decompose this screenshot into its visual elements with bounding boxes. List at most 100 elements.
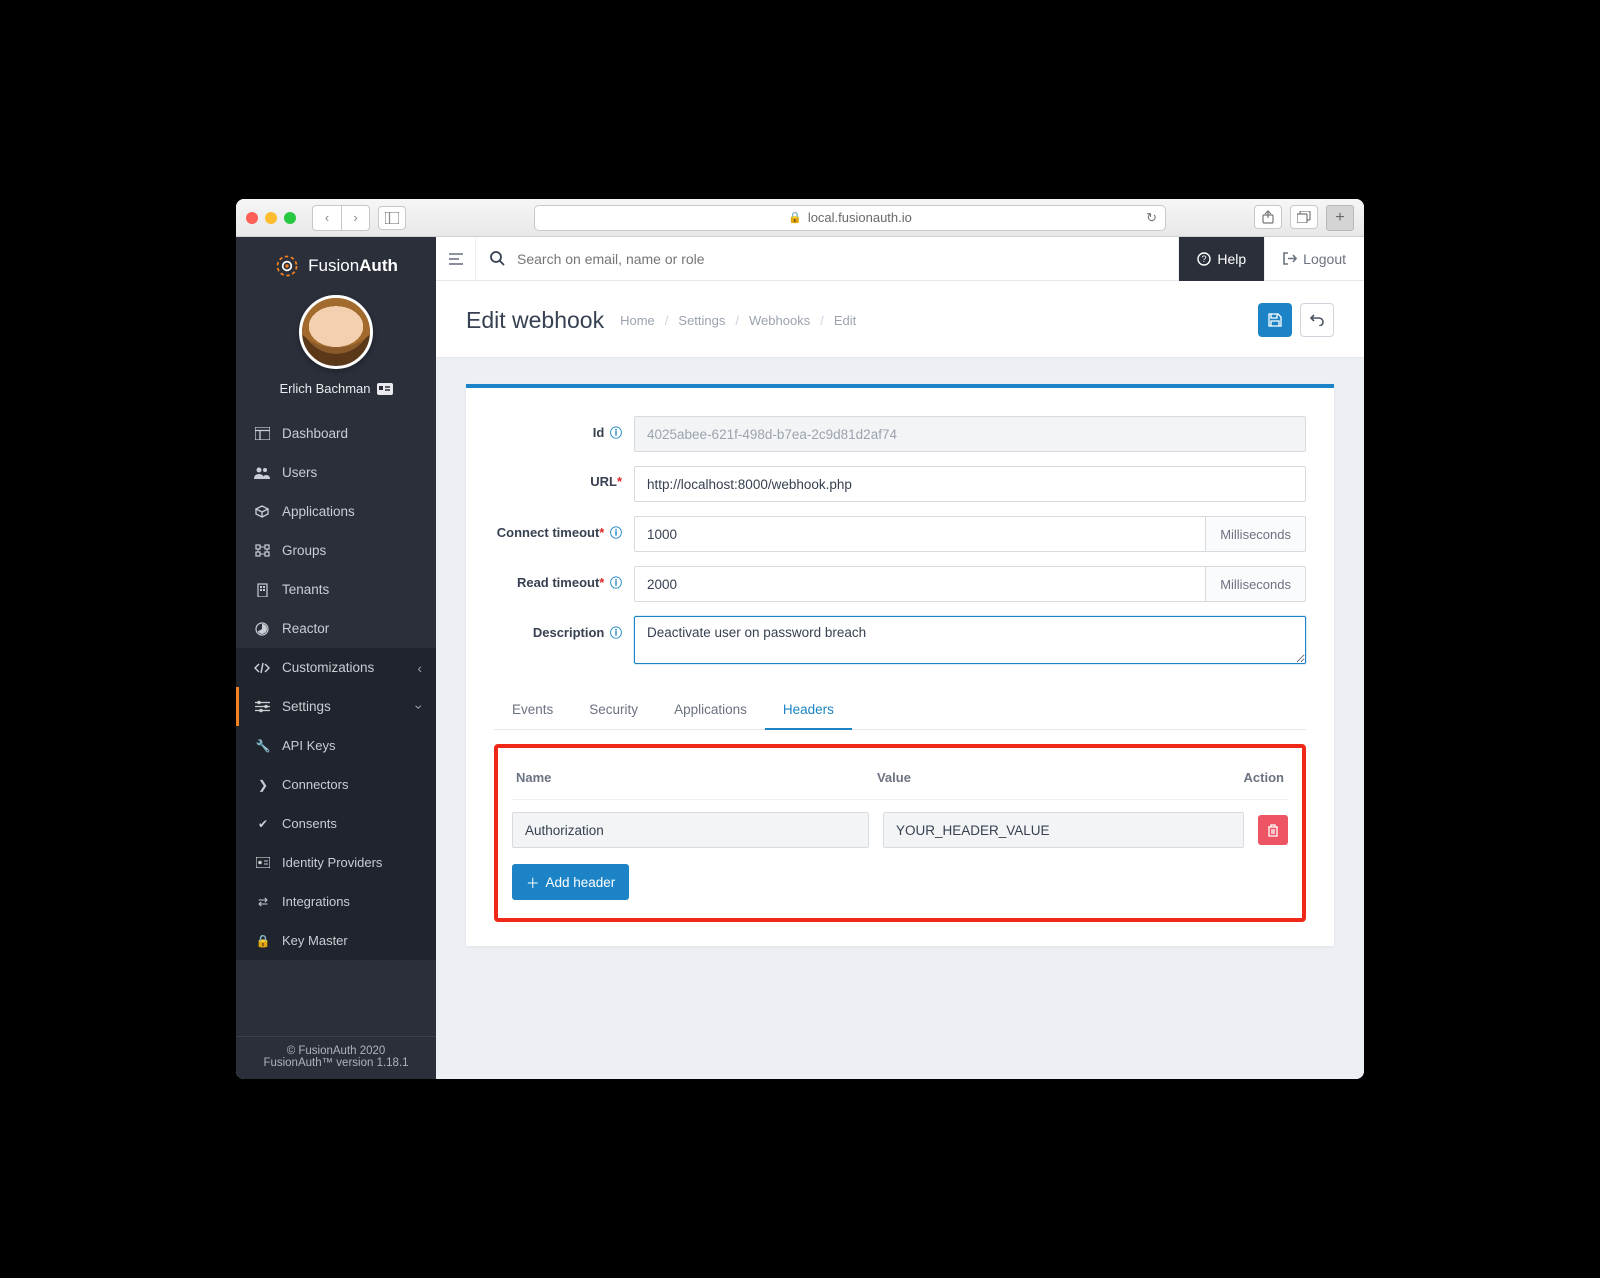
sidebar-item-dashboard[interactable]: Dashboard — [236, 414, 436, 453]
page-header: Edit webhook Home/ Settings/ Webhooks/ E… — [436, 281, 1364, 358]
avatar[interactable] — [299, 295, 373, 369]
logout-icon — [1283, 252, 1297, 265]
sidebar-item-customizations[interactable]: Customizations — [236, 648, 436, 687]
sidebar-item-label: Settings — [282, 699, 331, 714]
nav-back-forward: ‹ › — [312, 205, 370, 231]
delete-header-button[interactable] — [1258, 815, 1288, 845]
tabs: Events Security Applications Headers — [494, 692, 1306, 730]
info-icon[interactable]: ⓘ — [610, 526, 622, 540]
close-window-icon[interactable] — [246, 212, 258, 224]
lock-icon: 🔒 — [256, 934, 270, 948]
sidebar-item-label: Identity Providers — [282, 855, 382, 870]
reload-icon[interactable]: ↻ — [1146, 210, 1157, 226]
sidebar-item-integrations[interactable]: ⇄Integrations — [236, 882, 436, 921]
main-area: ? Help Logout Edit webhook Home/ Setting… — [436, 237, 1364, 1079]
description-textarea[interactable]: Deactivate user on password breach — [634, 616, 1306, 664]
settings-submenu: 🔧API Keys ❯Connectors ✔Consents Identity… — [236, 726, 436, 960]
headers-table-head: Name Value Action — [512, 760, 1288, 800]
form-label: Read timeout* ⓘ — [494, 566, 634, 591]
users-icon — [254, 466, 270, 479]
page-title: Edit webhook — [466, 307, 604, 334]
share-icon[interactable] — [1254, 205, 1282, 229]
tab-events[interactable]: Events — [494, 692, 571, 729]
url-input[interactable] — [634, 466, 1306, 502]
form-row-url: URL* — [494, 466, 1306, 502]
tabs-icon[interactable] — [1290, 205, 1318, 229]
chrome-right-controls: + — [1254, 205, 1354, 231]
sidebar-item-identity-providers[interactable]: Identity Providers — [236, 843, 436, 882]
building-icon — [254, 583, 270, 597]
minimize-window-icon[interactable] — [265, 212, 277, 224]
help-label: Help — [1217, 251, 1246, 267]
plus-icon: ＋ — [526, 872, 540, 892]
info-icon[interactable]: ⓘ — [610, 626, 622, 640]
form-row-description: Description ⓘ Deactivate user on passwor… — [494, 616, 1306, 664]
sidebar-item-api-keys[interactable]: 🔧API Keys — [236, 726, 436, 765]
info-icon[interactable]: ⓘ — [610, 576, 622, 590]
sidebar-item-reactor[interactable]: Reactor — [236, 609, 436, 648]
breadcrumb-item[interactable]: Home — [620, 313, 655, 328]
app-shell: FusionAuth Erlich Bachman Dashboard — [236, 237, 1364, 1079]
form-label: Description ⓘ — [494, 616, 634, 641]
sidebar-item-groups[interactable]: Groups — [236, 531, 436, 570]
sidebar-item-connectors[interactable]: ❯Connectors — [236, 765, 436, 804]
read-timeout-input[interactable] — [634, 566, 1206, 602]
topbar: ? Help Logout — [436, 237, 1364, 281]
trash-icon — [1267, 824, 1279, 837]
lock-icon: 🔒 — [788, 211, 802, 224]
sidebar-item-label: Applications — [282, 504, 355, 519]
sidebar-item-label: Consents — [282, 816, 337, 831]
sidebar-toggle-icon[interactable] — [378, 206, 406, 230]
headers-section: Name Value Action — [494, 744, 1306, 922]
add-header-label: Add header — [546, 875, 616, 890]
footer-copyright: © FusionAuth 2020 — [236, 1045, 436, 1057]
address-bar[interactable]: 🔒 local.fusionauth.io ↻ — [534, 205, 1166, 231]
address-url: local.fusionauth.io — [808, 210, 912, 225]
top-actions: ? Help Logout — [1178, 237, 1364, 281]
connect-timeout-input[interactable] — [634, 516, 1206, 552]
username-text: Erlich Bachman — [279, 381, 370, 396]
back-button[interactable] — [1300, 303, 1334, 337]
tab-applications[interactable]: Applications — [656, 692, 765, 729]
groups-icon — [254, 544, 270, 557]
header-name-input[interactable] — [512, 812, 869, 848]
search-input[interactable] — [517, 251, 1164, 267]
help-button[interactable]: ? Help — [1178, 237, 1264, 281]
footer-version: FusionAuth™ version 1.18.1 — [236, 1057, 436, 1069]
browser-chrome: ‹ › 🔒 local.fusionauth.io ↻ + — [236, 199, 1364, 237]
browser-back-button[interactable]: ‹ — [313, 206, 341, 230]
unit-label: Milliseconds — [1206, 566, 1306, 602]
sidebar-nav: Dashboard Users Applications Groups Tena… — [236, 414, 436, 1036]
header-actions — [1258, 303, 1334, 337]
exchange-icon: ⇄ — [256, 895, 270, 909]
sidebar-item-consents[interactable]: ✔Consents — [236, 804, 436, 843]
traffic-lights — [246, 212, 296, 224]
logout-button[interactable]: Logout — [1264, 237, 1364, 281]
collapse-sidebar-button[interactable] — [436, 237, 476, 281]
sidebar-item-users[interactable]: Users — [236, 453, 436, 492]
maximize-window-icon[interactable] — [284, 212, 296, 224]
breadcrumb-item[interactable]: Settings — [678, 313, 725, 328]
tab-security[interactable]: Security — [571, 692, 656, 729]
reactor-icon — [254, 622, 270, 636]
add-header-button[interactable]: ＋ Add header — [512, 864, 629, 900]
breadcrumb: Home/ Settings/ Webhooks/ Edit — [620, 313, 856, 328]
new-tab-button[interactable]: + — [1326, 205, 1354, 231]
sidebar: FusionAuth Erlich Bachman Dashboard — [236, 237, 436, 1079]
sidebar-item-tenants[interactable]: Tenants — [236, 570, 436, 609]
sidebar-item-settings[interactable]: Settings — [236, 687, 436, 726]
tab-headers[interactable]: Headers — [765, 692, 852, 729]
breadcrumb-item[interactable]: Webhooks — [749, 313, 810, 328]
key-icon: 🔧 — [256, 739, 270, 753]
save-button[interactable] — [1258, 303, 1292, 337]
sidebar-item-label: Customizations — [282, 660, 374, 675]
sidebar-footer: © FusionAuth 2020 FusionAuth™ version 1.… — [236, 1036, 436, 1079]
panel-body: Id ⓘ URL* Connect timeout* ⓘ Millisecond — [466, 388, 1334, 946]
form-panel: Id ⓘ URL* Connect timeout* ⓘ Millisecond — [466, 384, 1334, 946]
sidebar-item-key-master[interactable]: 🔒Key Master — [236, 921, 436, 960]
browser-forward-button[interactable]: › — [341, 206, 369, 230]
header-value-input[interactable] — [883, 812, 1244, 848]
sidebar-item-label: Reactor — [282, 621, 329, 636]
sidebar-item-applications[interactable]: Applications — [236, 492, 436, 531]
info-icon[interactable]: ⓘ — [610, 426, 622, 440]
